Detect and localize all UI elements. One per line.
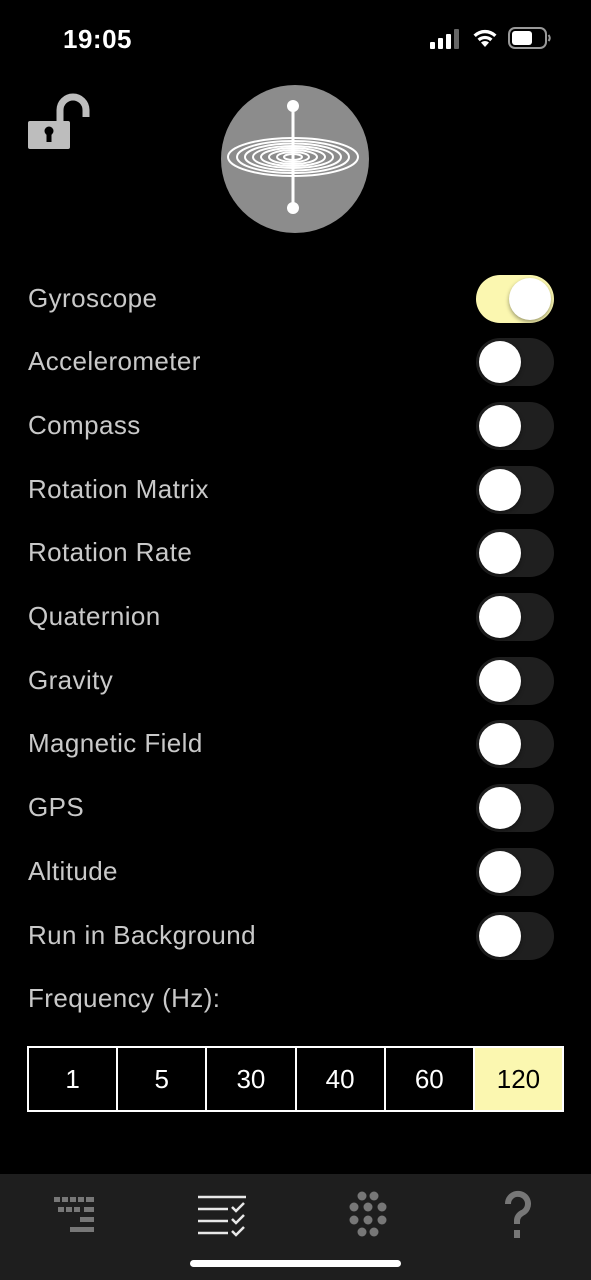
toggle-knob — [479, 596, 521, 638]
rotation-rate-toggle[interactable] — [476, 529, 554, 577]
frequency-option-60[interactable]: 60 — [385, 1048, 475, 1110]
checklist-icon[interactable] — [192, 1190, 252, 1240]
sensor-row-rotation-rate: Rotation Rate — [0, 525, 591, 581]
toggle-knob — [479, 723, 521, 765]
sensor-row-gravity: Gravity — [0, 653, 591, 709]
status-bar: 19:05 — [0, 0, 591, 80]
signal-icon — [430, 29, 459, 49]
home-indicator[interactable] — [190, 1260, 401, 1267]
gravity-toggle[interactable] — [476, 657, 554, 705]
screen: 19:05 Gyroscope Accelerometer Compass Ro… — [0, 0, 591, 1280]
gps-toggle[interactable] — [476, 784, 554, 832]
sensor-label: GPS — [28, 792, 85, 822]
toggle-knob — [479, 787, 521, 829]
frequency-option-30[interactable]: 30 — [207, 1048, 297, 1110]
quaternion-toggle[interactable] — [476, 593, 554, 641]
toggle-knob — [479, 851, 521, 893]
gyroscope-toggle[interactable] — [476, 275, 554, 323]
toggle-knob — [479, 915, 521, 957]
sensor-row-altitude: Altitude — [0, 844, 591, 900]
rotation-matrix-toggle[interactable] — [476, 466, 554, 514]
sensor-row-quaternion: Quaternion — [0, 589, 591, 645]
sensor-label: Rotation Matrix — [28, 474, 209, 504]
sensor-label: Quaternion — [28, 601, 161, 631]
gyroscope-logo-icon — [221, 85, 369, 233]
wifi-icon — [473, 29, 497, 47]
compass-toggle[interactable] — [476, 402, 554, 450]
frequency-option-1[interactable]: 1 — [29, 1048, 119, 1110]
sensor-row-compass: Compass — [0, 398, 591, 454]
sensor-label: Gravity — [28, 665, 114, 695]
question-mark-icon[interactable] — [488, 1190, 548, 1240]
sensor-row-gyroscope: Gyroscope — [0, 271, 591, 327]
altitude-toggle[interactable] — [476, 848, 554, 896]
status-time: 19:05 — [63, 24, 132, 54]
frequency-label: Frequency (Hz): — [28, 983, 221, 1013]
toggle-knob — [509, 278, 551, 320]
sensor-label: Gyroscope — [28, 283, 158, 313]
sensor-label: Compass — [28, 410, 141, 440]
sensor-row-run-in-background: Run in Background — [0, 908, 591, 964]
magnetic-field-toggle[interactable] — [476, 720, 554, 768]
sensor-label: Altitude — [28, 856, 118, 886]
sensor-label: Magnetic Field — [28, 728, 203, 758]
sensor-row-gps: GPS — [0, 780, 591, 836]
sensor-label: Accelerometer — [28, 346, 201, 376]
dot-grid-icon[interactable] — [340, 1190, 400, 1240]
sensor-label: Run in Background — [28, 920, 256, 950]
toggle-knob — [479, 532, 521, 574]
sensor-row-magnetic-field: Magnetic Field — [0, 716, 591, 772]
run-in-background-toggle[interactable] — [476, 912, 554, 960]
toggle-knob — [479, 469, 521, 511]
stream-lines-icon[interactable] — [44, 1190, 104, 1240]
toggle-knob — [479, 660, 521, 702]
sensor-label: Rotation Rate — [28, 537, 193, 567]
frequency-selector: 1 5 30 40 60 120 — [27, 1046, 564, 1112]
sensor-row-accelerometer: Accelerometer — [0, 334, 591, 390]
toggle-knob — [479, 405, 521, 447]
sensor-row-rotation-matrix: Rotation Matrix — [0, 462, 591, 518]
frequency-option-120[interactable]: 120 — [474, 1048, 563, 1110]
unlocked-padlock-icon[interactable] — [26, 93, 90, 151]
battery-icon — [508, 27, 551, 49]
accelerometer-toggle[interactable] — [476, 338, 554, 386]
frequency-option-5[interactable]: 5 — [118, 1048, 208, 1110]
toggle-knob — [479, 341, 521, 383]
frequency-option-40[interactable]: 40 — [296, 1048, 386, 1110]
